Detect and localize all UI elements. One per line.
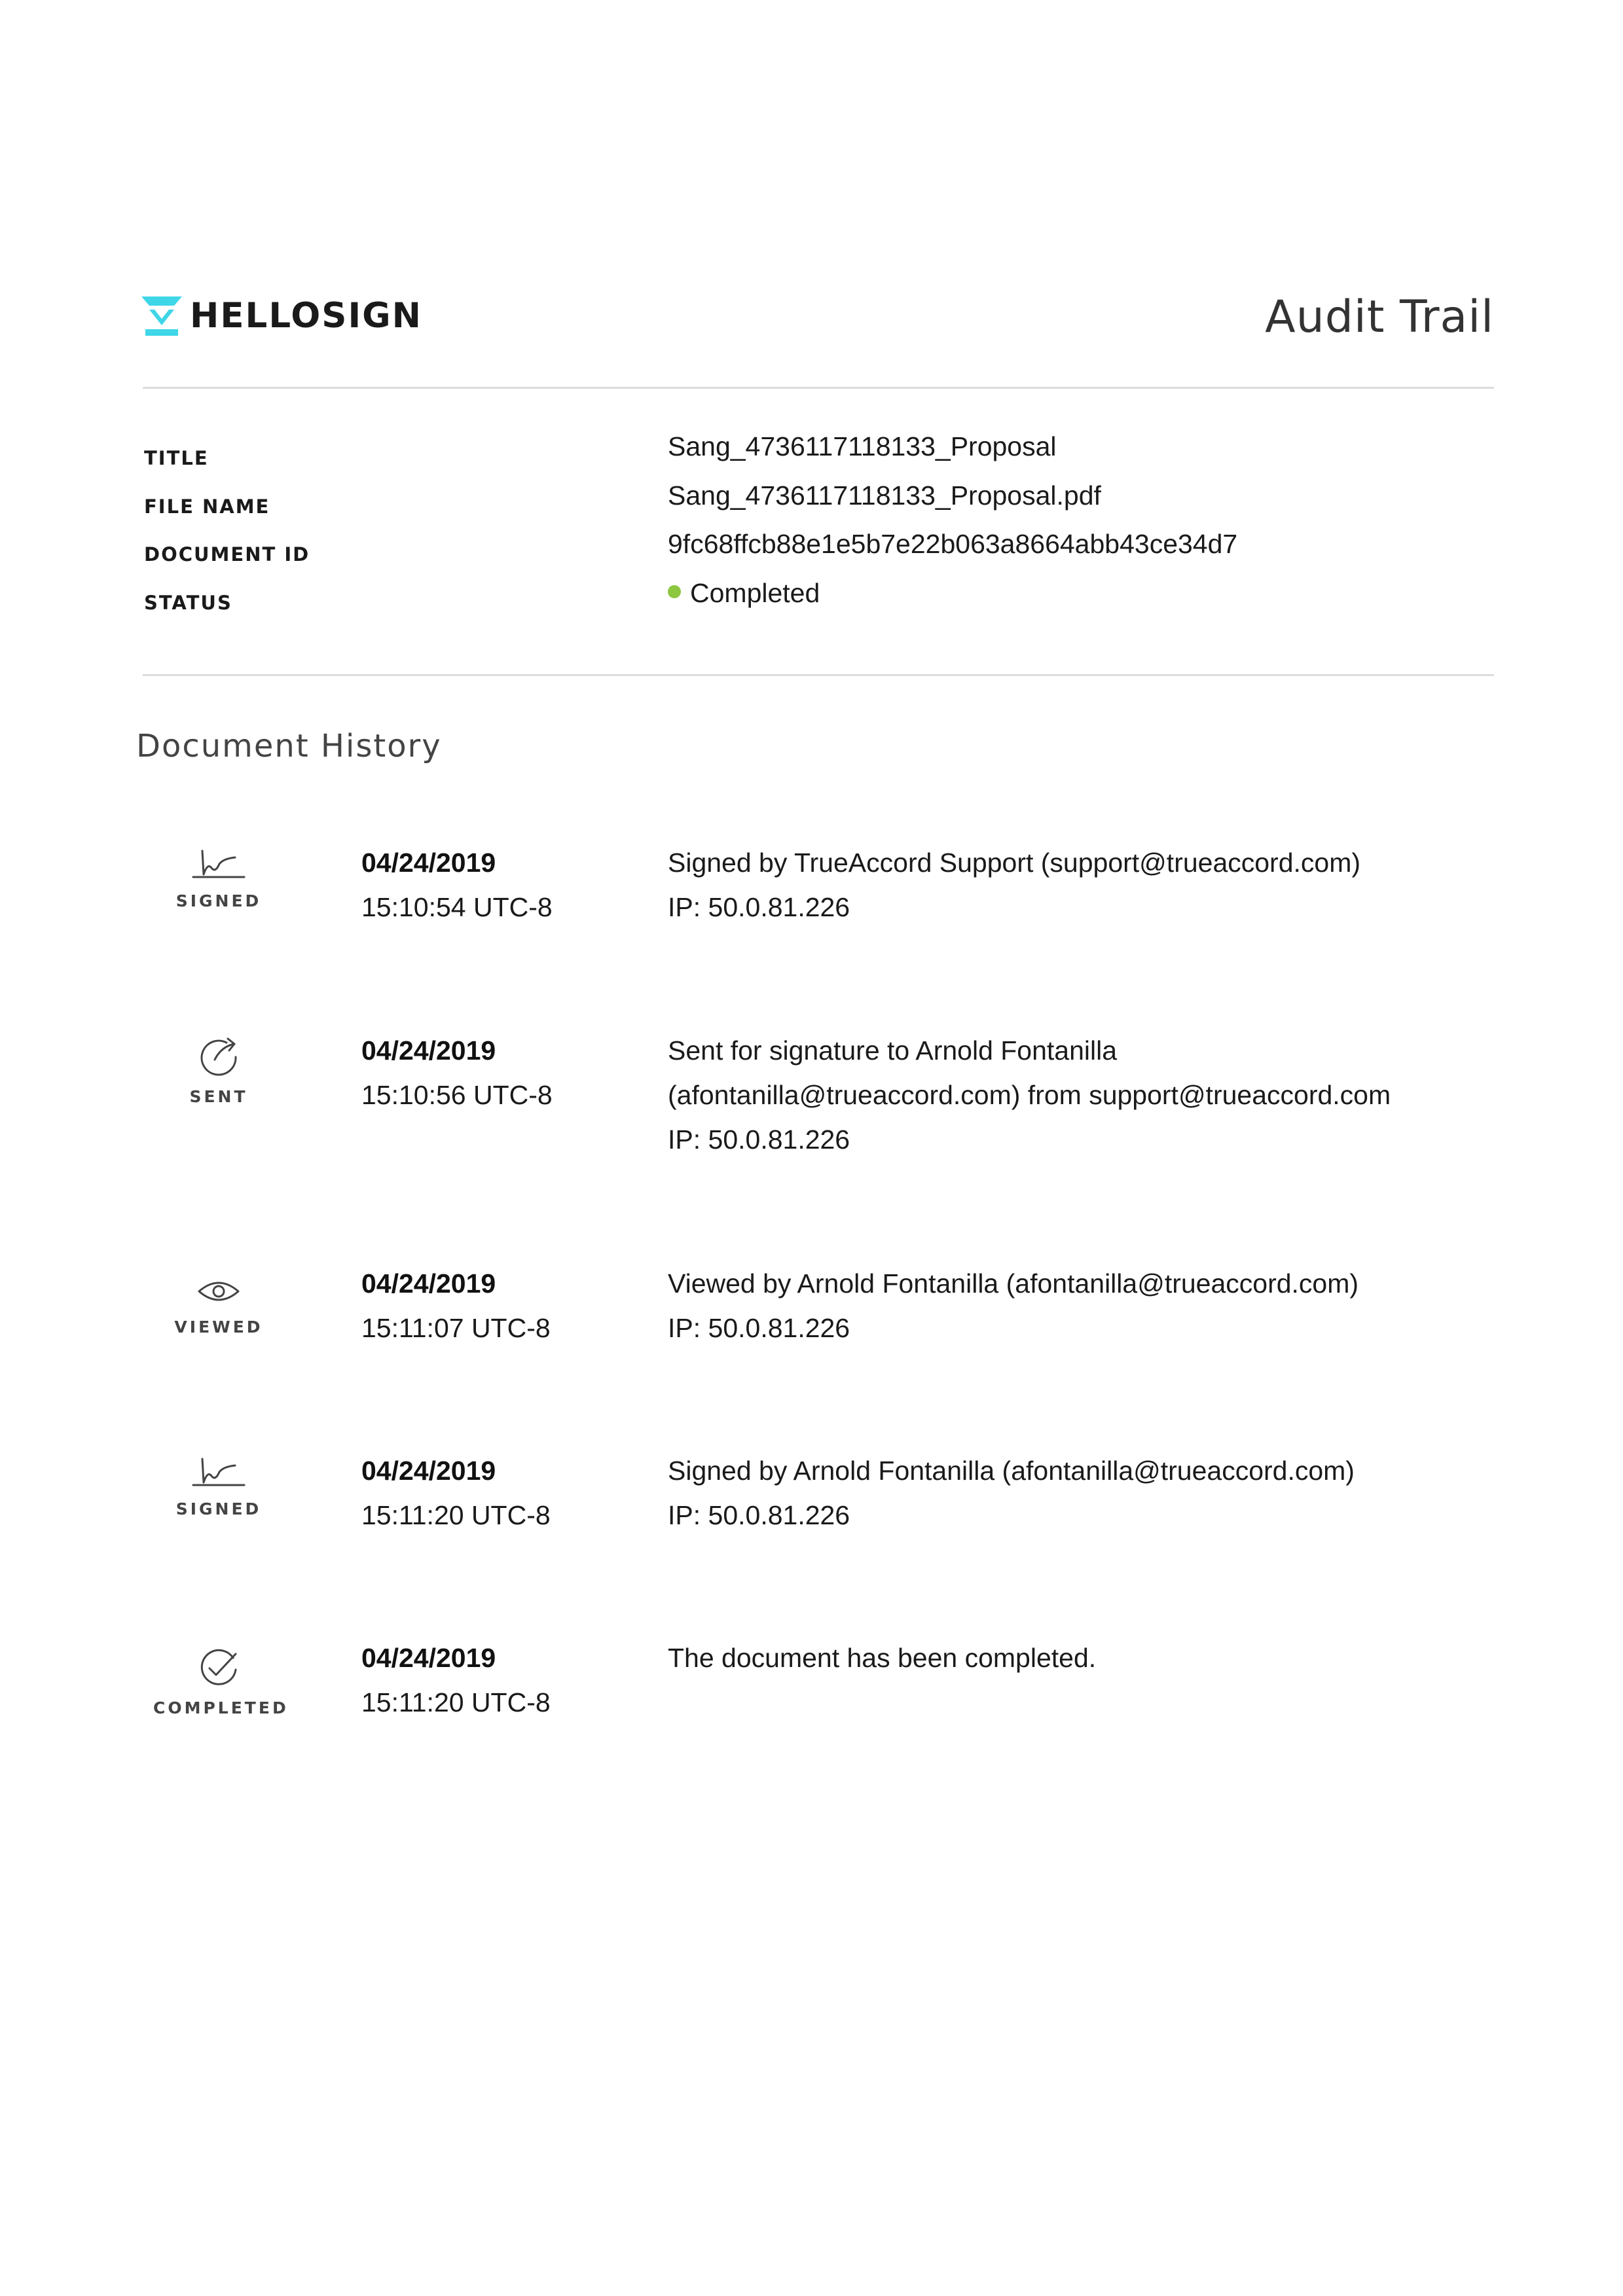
logo-wordmark: HELLOSIGN (190, 296, 423, 336)
status-indicator-dot (668, 585, 681, 598)
event-time: 15:10:54 UTC-8 (361, 892, 553, 922)
event-date: 04/24/2019 (361, 1035, 496, 1066)
status-label: STATUS (144, 592, 232, 614)
event-time: 15:11:20 UTC-8 (361, 1687, 551, 1717)
status-text: Completed (690, 578, 820, 608)
sent-arrow-icon (200, 1037, 237, 1076)
title-label: TITLE (144, 447, 209, 469)
check-circle-icon (200, 1649, 237, 1685)
signature-icon (192, 850, 246, 878)
signature-icon (192, 1458, 246, 1486)
eye-icon (198, 1282, 240, 1301)
event-date: 04/24/2019 (361, 1456, 496, 1486)
event-icon-block: SENT (153, 1035, 284, 1108)
event-description-line: (afontanilla@trueaccord.com) from suppor… (668, 1080, 1391, 1110)
event-description-line: IP: 50.0.81.226 (668, 892, 850, 922)
document-id-label: DOCUMENT ID (144, 543, 310, 565)
event-type-label: SIGNED (175, 1499, 262, 1518)
event-description-line: IP: 50.0.81.226 (668, 1124, 850, 1155)
event-date: 04/24/2019 (361, 848, 496, 878)
event-description-line: The document has been completed. (668, 1643, 1097, 1673)
event-icon-block: COMPLETED (153, 1646, 289, 1719)
event-icon-block: SIGNED (153, 1452, 284, 1520)
event-type-label: SIGNED (175, 891, 262, 910)
document-id-value: 9fc68ffcb88e1e5b7e22b063a8664abb43ce34d7 (668, 529, 1238, 559)
event-icon-block: VIEWED (153, 1272, 284, 1338)
event-description-line: Sent for signature to Arnold Fontanilla (668, 1035, 1118, 1066)
title-value: Sang_4736117118133_Proposal (668, 431, 1057, 461)
file-name-label: FILE NAME (144, 495, 270, 518)
event-description-line: Viewed by Arnold Fontanilla (afontanilla… (668, 1268, 1359, 1299)
document-history-title: Document History (136, 728, 442, 764)
event-description-line: Signed by Arnold Fontanilla (afontanilla… (668, 1456, 1355, 1486)
status-value: Completed (668, 575, 820, 611)
file-name-value: Sang_4736117118133_Proposal.pdf (668, 480, 1101, 511)
event-time: 15:11:07 UTC-8 (361, 1313, 551, 1343)
event-type-label: SENT (189, 1087, 248, 1106)
event-time: 15:11:20 UTC-8 (361, 1500, 551, 1530)
event-type-label: COMPLETED (153, 1698, 289, 1717)
hellosign-logo-icon (141, 296, 182, 336)
event-description-line: IP: 50.0.81.226 (668, 1500, 850, 1530)
event-description-line: IP: 50.0.81.226 (668, 1313, 850, 1343)
event-type-label: VIEWED (174, 1318, 263, 1336)
event-time: 15:10:56 UTC-8 (361, 1080, 553, 1110)
event-description-line: Signed by TrueAccord Support (support@tr… (668, 848, 1361, 878)
event-date: 04/24/2019 (361, 1643, 496, 1673)
event-icon-block: SIGNED (153, 844, 284, 912)
page-title: Audit Trail (1265, 291, 1494, 343)
header-divider (143, 387, 1494, 389)
hellosign-logo: HELLOSIGN (141, 296, 422, 336)
metadata-divider (143, 674, 1494, 676)
event-date: 04/24/2019 (361, 1268, 496, 1299)
